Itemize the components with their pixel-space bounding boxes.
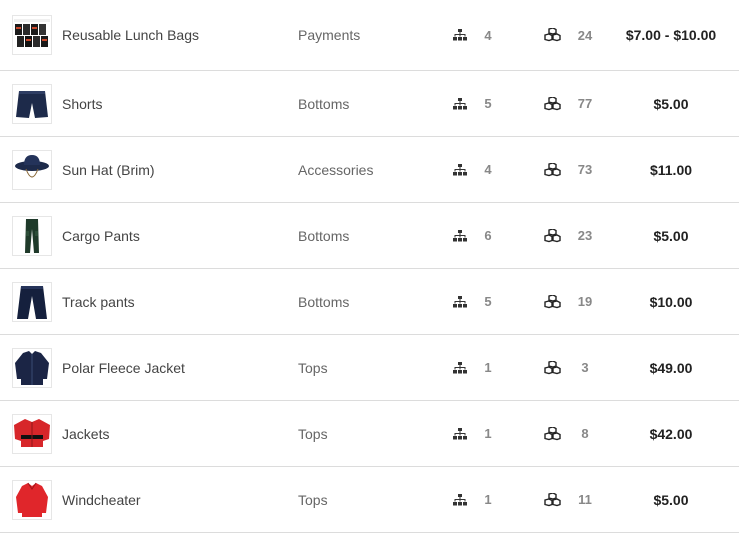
sitemap-icon bbox=[452, 203, 468, 268]
product-category: Tops bbox=[298, 359, 328, 376]
variant-count: 1 bbox=[484, 426, 492, 441]
product-price: $5.00 bbox=[653, 227, 689, 244]
sitemap-icon bbox=[452, 137, 468, 202]
cubes-icon bbox=[543, 0, 561, 70]
shorts-icon bbox=[16, 90, 48, 118]
product-name[interactable]: Reusable Lunch Bags bbox=[62, 0, 199, 70]
product-name[interactable]: Windcheater bbox=[62, 467, 141, 532]
stock-count: 11 bbox=[578, 492, 592, 507]
sitemap-icon bbox=[452, 269, 468, 334]
table-row[interactable]: Cargo Pants Bottoms 6 23 $5.00 bbox=[0, 203, 739, 269]
table-row[interactable]: Reusable Lunch Bags Payments 4 24 $7.00 … bbox=[0, 0, 739, 71]
cargo-pants-icon bbox=[25, 218, 39, 253]
product-table: Reusable Lunch Bags Payments 4 24 $7.00 … bbox=[0, 0, 739, 533]
product-category: Bottoms bbox=[298, 95, 350, 112]
variant-count: 1 bbox=[484, 492, 492, 507]
product-thumbnail[interactable] bbox=[12, 347, 52, 388]
product-thumbnail[interactable] bbox=[12, 149, 52, 190]
sitemap-icon bbox=[452, 71, 468, 136]
cubes-icon bbox=[543, 71, 561, 136]
table-row[interactable]: Jackets Tops 1 8 $42.00 bbox=[0, 401, 739, 467]
product-name[interactable]: Cargo Pants bbox=[62, 203, 140, 268]
variant-count: 1 bbox=[484, 360, 492, 375]
stock-count: 8 bbox=[581, 426, 589, 441]
stock-count: 19 bbox=[577, 294, 593, 309]
lunch-bags-icon bbox=[14, 19, 50, 47]
cubes-icon bbox=[543, 203, 561, 268]
table-row[interactable]: Shorts Bottoms 5 77 $5.00 bbox=[0, 71, 739, 137]
table-row[interactable]: Windcheater Tops 1 11 $5.00 bbox=[0, 467, 739, 533]
product-price: $10.00 bbox=[649, 293, 693, 310]
variant-count: 6 bbox=[484, 228, 492, 243]
sitemap-icon bbox=[452, 0, 468, 70]
product-category: Tops bbox=[298, 425, 328, 442]
product-name[interactable]: Jackets bbox=[62, 401, 109, 466]
cubes-icon bbox=[543, 335, 561, 400]
product-category: Bottoms bbox=[298, 293, 350, 310]
product-price: $11.00 bbox=[649, 161, 693, 178]
product-price: $5.00 bbox=[653, 491, 689, 508]
product-thumbnail[interactable] bbox=[12, 413, 52, 454]
sun-hat-icon bbox=[15, 154, 49, 177]
product-price: $7.00 - $10.00 bbox=[625, 27, 717, 43]
product-thumbnail[interactable] bbox=[12, 83, 52, 124]
product-name[interactable]: Polar Fleece Jacket bbox=[62, 335, 185, 400]
table-row[interactable]: Sun Hat (Brim) Accessories 4 73 $11.00 bbox=[0, 137, 739, 203]
track-pants-icon bbox=[17, 285, 47, 319]
product-thumbnail[interactable] bbox=[12, 215, 52, 256]
product-name[interactable]: Track pants bbox=[62, 269, 135, 334]
stock-count: 24 bbox=[577, 27, 593, 43]
fleece-jacket-icon bbox=[15, 350, 49, 385]
product-category: Tops bbox=[298, 491, 328, 508]
cubes-icon bbox=[543, 137, 561, 202]
sitemap-icon bbox=[452, 335, 468, 400]
jacket-icon bbox=[14, 418, 50, 447]
sitemap-icon bbox=[452, 467, 468, 532]
variant-count: 4 bbox=[484, 162, 492, 177]
product-category: Accessories bbox=[298, 161, 374, 178]
table-row[interactable]: Track pants Bottoms 5 19 $10.00 bbox=[0, 269, 739, 335]
product-category: Bottoms bbox=[298, 227, 350, 244]
variant-count: 5 bbox=[484, 96, 492, 111]
cubes-icon bbox=[543, 467, 561, 532]
product-category: Payments bbox=[298, 27, 361, 43]
cubes-icon bbox=[543, 401, 561, 466]
stock-count: 73 bbox=[577, 162, 593, 177]
windcheater-icon bbox=[16, 482, 48, 517]
product-thumbnail[interactable] bbox=[12, 479, 52, 520]
variant-count: 4 bbox=[484, 27, 492, 43]
product-name[interactable]: Sun Hat (Brim) bbox=[62, 137, 155, 202]
stock-count: 23 bbox=[577, 228, 593, 243]
sitemap-icon bbox=[452, 401, 468, 466]
stock-count: 77 bbox=[577, 96, 593, 111]
variant-count: 5 bbox=[484, 294, 492, 309]
table-row[interactable]: Polar Fleece Jacket Tops 1 3 $49.00 bbox=[0, 335, 739, 401]
stock-count: 3 bbox=[581, 360, 589, 375]
product-price: $42.00 bbox=[649, 425, 693, 442]
cubes-icon bbox=[543, 269, 561, 334]
product-price: $5.00 bbox=[653, 95, 689, 112]
product-thumbnail[interactable] bbox=[12, 281, 52, 322]
product-thumbnail[interactable] bbox=[12, 15, 52, 55]
product-name[interactable]: Shorts bbox=[62, 71, 102, 136]
product-price: $49.00 bbox=[649, 359, 693, 376]
